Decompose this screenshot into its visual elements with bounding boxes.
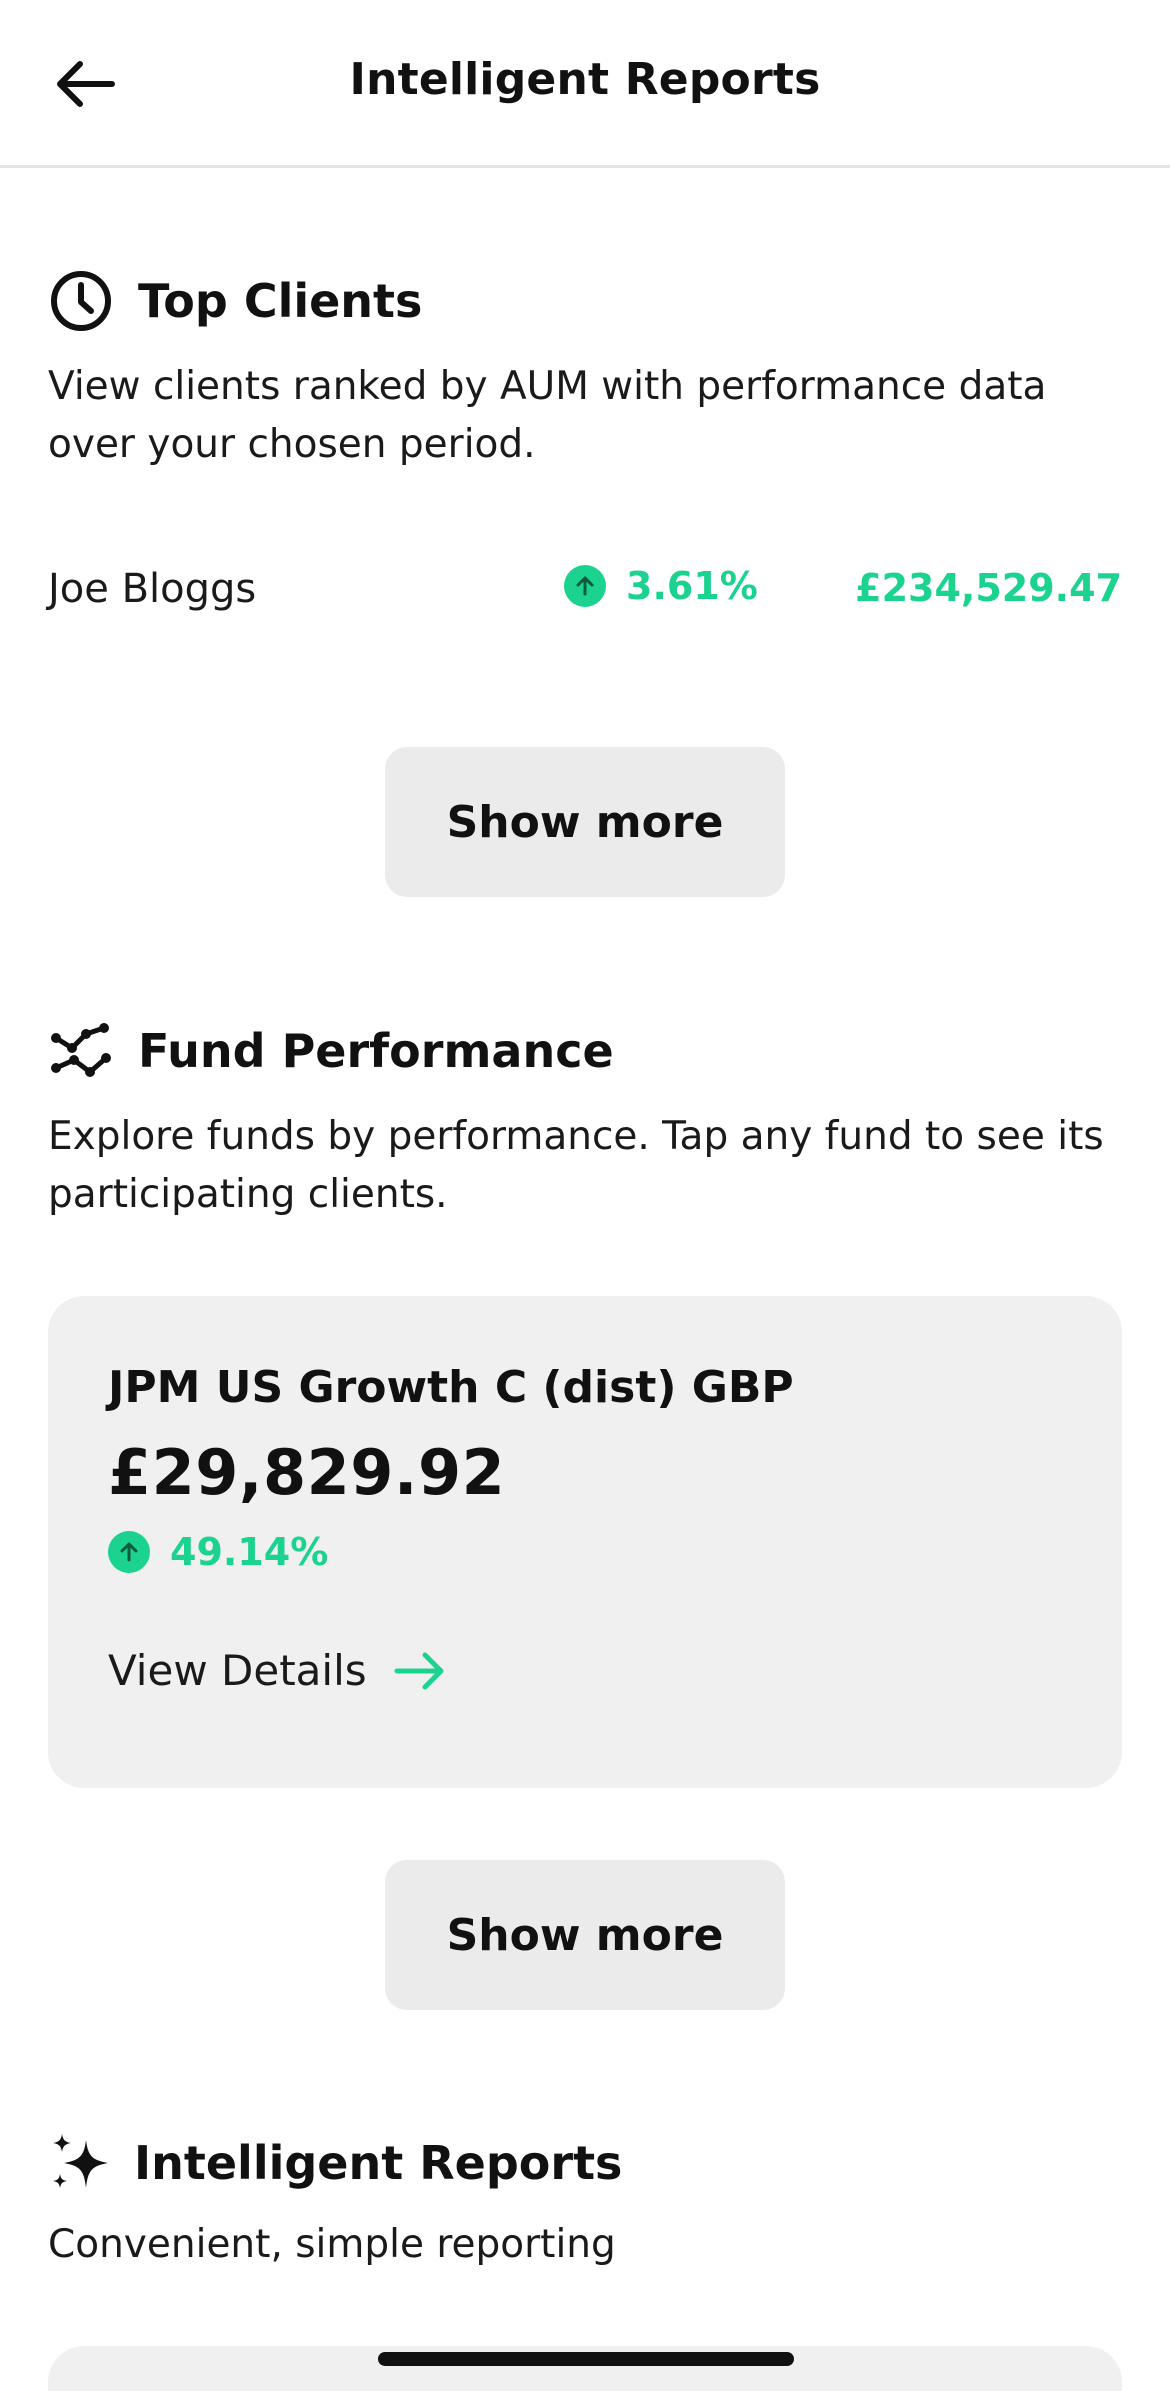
client-aum: £234,529.47 [855, 566, 1122, 610]
chart-network-icon [48, 1018, 114, 1084]
top-bar: Intelligent Reports [0, 0, 1170, 168]
fund-change-value: 49.14% [170, 1530, 329, 1574]
clock-icon [48, 268, 114, 334]
sparkles-icon [48, 2130, 114, 2196]
top-clients-description: View clients ranked by AUM with performa… [48, 364, 1047, 467]
arrow-up-circle-icon [564, 565, 606, 607]
intelligent-reports-title: Intelligent Reports [134, 2136, 623, 2190]
fund-performance-header: Fund Performance [48, 1018, 614, 1084]
fund-change: 49.14% [108, 1530, 328, 1574]
intelligent-reports-header: Intelligent Reports [48, 2130, 622, 2196]
fund-name: JPM US Growth C (dist) GBP [108, 1362, 794, 1413]
client-row[interactable]: Joe Bloggs 3.61% £234,529.47 [48, 556, 1122, 628]
page-title: Intelligent Reports [349, 54, 821, 105]
show-more-clients-button[interactable]: Show more [385, 747, 785, 897]
top-clients-title: Top Clients [138, 274, 423, 328]
fund-card[interactable]: JPM US Growth C (dist) GBP £29,829.92 49… [48, 1296, 1122, 1788]
client-name: Joe Bloggs [48, 566, 257, 612]
view-details-link[interactable]: View Details [108, 1646, 447, 1695]
view-details-label: View Details [108, 1646, 367, 1695]
client-change-value: 3.61% [626, 564, 758, 608]
intelligent-reports-screen: Intelligent Reports Top Clients View cli… [0, 0, 1170, 2391]
intelligent-reports-description: Convenient, simple reporting [48, 2222, 616, 2267]
fund-performance-title: Fund Performance [138, 1024, 614, 1078]
fund-value: £29,829.92 [108, 1436, 506, 1509]
fund-performance-description: Explore funds by performance. Tap any fu… [48, 1114, 1104, 1217]
client-change: 3.61% [564, 564, 758, 608]
show-more-funds-button[interactable]: Show more [385, 1860, 785, 2010]
home-indicator [378, 2352, 794, 2366]
top-clients-header: Top Clients [48, 268, 422, 334]
arrow-right-icon [394, 1652, 444, 1689]
arrow-up-circle-icon [108, 1531, 150, 1573]
